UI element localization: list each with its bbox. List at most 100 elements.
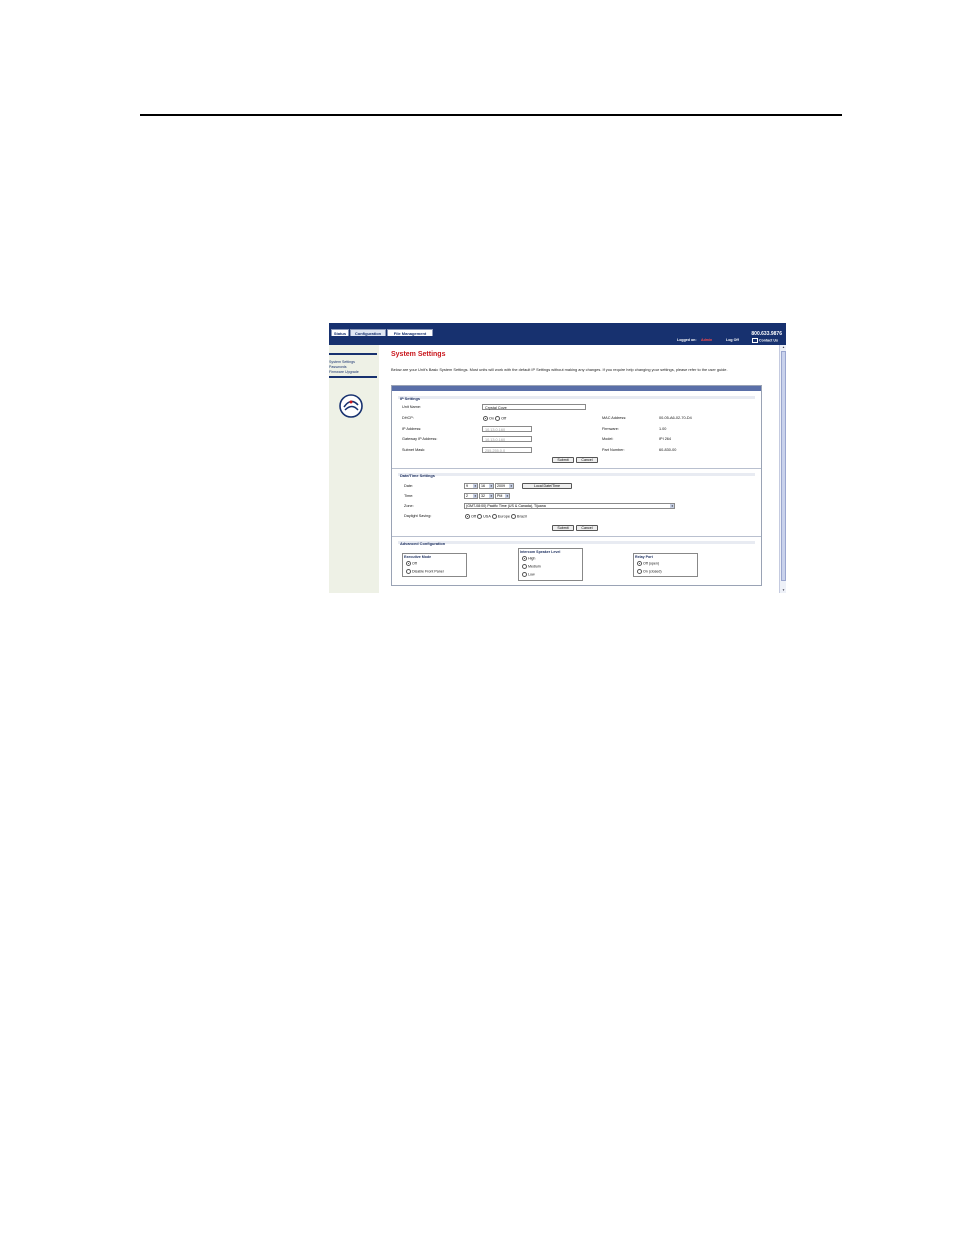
dst-europe-radio[interactable] [491, 514, 497, 519]
executive-off-option[interactable]: Off [406, 561, 417, 566]
speaker-low-option[interactable]: Low [522, 572, 535, 577]
relay-on-option[interactable]: On (closed) [637, 569, 662, 574]
nav-divider-bottom [329, 376, 377, 378]
tab-bar: Status Configuration File Management 800… [329, 323, 786, 337]
nav-system-settings[interactable]: System Settings [329, 360, 355, 364]
zone-label: Zone: [404, 504, 414, 508]
day-select[interactable]: 16 ▾ [479, 483, 494, 489]
year-select[interactable]: 2009 ▾ [495, 483, 514, 489]
gateway-label: Gateway IP Address: [402, 437, 438, 441]
system-settings-screenshot: Status Configuration File Management 800… [329, 323, 786, 593]
executive-off-label: Off [412, 561, 417, 566]
executive-mode-box: Executive Mode Off Disable Front Panel [402, 553, 467, 577]
executive-mode-title: Executive Mode [404, 555, 432, 559]
relay-port-title: Relay Port [635, 555, 653, 559]
advanced-heading: Advanced Configuration [400, 541, 446, 546]
minute-value: 32 [481, 494, 485, 498]
zone-value: (GMT-08:00) Pacific Time (US & Canada), … [466, 504, 546, 508]
ip-section-bar [398, 396, 755, 399]
year-value: 2009 [497, 484, 505, 488]
tab-configuration[interactable]: Configuration [350, 329, 386, 336]
model-value: IPI 264 [659, 437, 672, 441]
speaker-high-label: High [528, 556, 536, 561]
relay-on-radio[interactable] [637, 569, 642, 574]
dhcp-off-radio[interactable] [495, 416, 501, 421]
dst-usa-radio[interactable] [477, 514, 483, 519]
logged-on-label: Logged on: [677, 338, 697, 342]
page-title: System Settings [391, 351, 446, 358]
unit-name-input[interactable]: Crystal Cove [482, 404, 586, 410]
ip-address-input[interactable]: 10.13.0.160 [482, 426, 532, 432]
dhcp-label: DHCP: [402, 416, 414, 420]
date-label: Date: [404, 484, 414, 488]
settings-panel: IP Settings Unit Name: Crystal Cove DHCP… [391, 385, 762, 586]
scroll-down-icon[interactable]: ▼ [781, 588, 786, 593]
tab-status[interactable]: Status [331, 329, 349, 336]
chevron-down-icon: ▾ [670, 504, 674, 508]
top-info-bar: Logged on: Admin Log Off Contact Us [329, 336, 786, 345]
executive-off-radio[interactable] [406, 561, 411, 566]
logged-on-user: Admin [701, 338, 713, 342]
daylight-saving-radio-group[interactable]: Off USA Europe Brazil [465, 514, 527, 519]
speaker-high-radio[interactable] [522, 556, 527, 561]
advanced-section-bar [398, 541, 755, 544]
tab-file-management[interactable]: File Management [387, 329, 433, 336]
dst-europe-label: Europe [497, 514, 510, 519]
dst-brazil-radio[interactable] [511, 514, 517, 519]
dst-off-radio[interactable] [465, 514, 470, 519]
gateway-input[interactable]: 10.13.0.160 [482, 436, 532, 442]
part-number-label: Part Number: [602, 448, 625, 452]
unit-name-label: Unit Name: [402, 405, 421, 409]
contact-us-label: Contact Us [759, 338, 778, 343]
speaker-low-radio[interactable] [522, 572, 527, 577]
speaker-medium-radio[interactable] [522, 564, 527, 569]
time-label: Time: [404, 494, 414, 498]
dhcp-on-label: On [489, 416, 495, 421]
datetime-submit-button[interactable]: Submit [552, 525, 574, 531]
chevron-down-icon: ▾ [473, 484, 477, 488]
chevron-down-icon: ▾ [509, 484, 513, 488]
ip-cancel-button[interactable]: Cancel [576, 457, 598, 463]
hour-select[interactable]: 2 ▾ [464, 493, 478, 499]
model-label: Model: [602, 437, 614, 441]
vertical-scrollbar[interactable]: ▲ ▼ [779, 345, 786, 593]
local-date-time-button[interactable]: Local Date/Time [522, 483, 572, 489]
executive-disable-option[interactable]: Disable Front Panel [406, 569, 444, 574]
nav-passwords[interactable]: Passwords [329, 365, 347, 369]
scroll-thumb[interactable] [781, 351, 786, 581]
month-value: 9 [466, 484, 468, 488]
speaker-high-option[interactable]: High [522, 556, 535, 561]
relay-off-radio[interactable] [637, 561, 642, 566]
contact-us-link[interactable]: Contact Us [752, 338, 778, 343]
firmware-label: Firmware: [602, 427, 619, 431]
chevron-down-icon: ▾ [489, 494, 493, 498]
chevron-down-icon: ▾ [489, 484, 493, 488]
dst-brazil-label: Brazil [517, 514, 527, 519]
nav-firmware-upgrade[interactable]: Firmware Upgrade [329, 370, 359, 374]
minute-select[interactable]: 32 ▾ [479, 493, 494, 499]
log-off-link[interactable]: Log Off [726, 338, 739, 342]
dhcp-on-radio[interactable] [483, 416, 488, 421]
executive-disable-radio[interactable] [406, 569, 411, 574]
speaker-medium-option[interactable]: Medium [522, 564, 541, 569]
dst-off-label: Off [471, 514, 476, 519]
relay-off-label: Off (open) [643, 561, 660, 566]
dst-usa-label: USA [483, 514, 491, 519]
firmware-value: 1.00 [659, 427, 667, 431]
datetime-section-bar [398, 473, 755, 476]
relay-on-label: On (closed) [643, 569, 662, 574]
scroll-up-icon[interactable]: ▲ [781, 345, 786, 350]
datetime-cancel-button[interactable]: Cancel [576, 525, 598, 531]
month-select[interactable]: 9 ▾ [464, 483, 478, 489]
ampm-select[interactable]: PM ▾ [495, 493, 510, 499]
left-nav: System Settings Passwords Firmware Upgra… [329, 345, 379, 593]
subnet-input[interactable]: 255.255.0.0 [482, 447, 532, 453]
day-value: 16 [481, 484, 485, 488]
dhcp-radio-group[interactable]: On Off [483, 416, 506, 421]
ip-address-label: IP Address: [402, 427, 422, 431]
relay-off-option[interactable]: Off (open) [637, 561, 659, 566]
zone-select[interactable]: (GMT-08:00) Pacific Time (US & Canada), … [464, 503, 675, 509]
ampm-value: PM [497, 494, 503, 498]
ip-submit-button[interactable]: Submit [552, 457, 574, 463]
chevron-down-icon: ▾ [505, 494, 509, 498]
